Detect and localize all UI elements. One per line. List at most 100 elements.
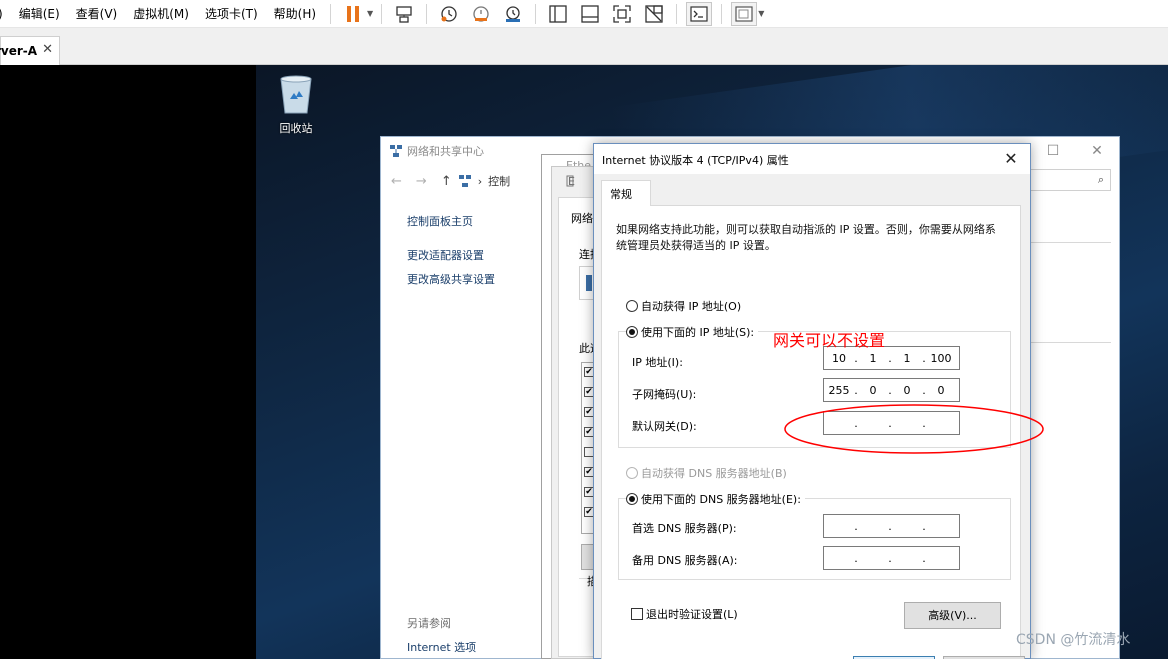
toolbar-separator (535, 3, 537, 24)
network-adapter-icon (566, 175, 574, 187)
radio-circle (626, 300, 638, 312)
stretch-icon[interactable] (731, 1, 758, 26)
address-nav: ← → ↑ › 控制 (391, 173, 510, 189)
chevron-down-icon[interactable]: ▼ (758, 9, 764, 18)
breadcrumb[interactable]: 控制 (488, 173, 510, 189)
toolbar-separator (426, 3, 428, 24)
auto-ip-radio[interactable]: 自动获得 IP 地址(O) (626, 298, 741, 314)
sidebar-link-change-adapter[interactable]: 更改适配器设置 (407, 247, 484, 263)
manual-ip-label: 使用下面的 IP 地址(S): (641, 326, 755, 339)
radio-circle (626, 326, 638, 338)
up-arrow-icon[interactable]: ↑ (441, 174, 452, 189)
vmware-menubar: ) 编辑(E) 查看(V) 虚拟机(M) 选项卡(T) 帮助(H) ▼ ▼ (0, 0, 1168, 28)
auto-dns-label: 自动获得 DNS 服务器地址(B) (641, 467, 787, 480)
manual-dns-radio[interactable]: 使用下面的 DNS 服务器地址(E): (626, 491, 805, 507)
menu-fragment: ) (0, 0, 11, 28)
validate-on-exit-checkbox[interactable]: 退出时验证设置(L) (631, 606, 738, 622)
recycle-bin-icon (280, 75, 312, 114)
menu-vm[interactable]: 虚拟机(M) (125, 0, 197, 28)
see-also-heading: 另请参阅 (407, 617, 451, 630)
ip-octet: 1 (869, 351, 877, 365)
console-icon[interactable] (686, 1, 713, 26)
watermark: CSDN @竹流清水 (1016, 632, 1131, 648)
checkbox-box (631, 608, 643, 620)
dialog-titlebar: Internet 协议版本 4 (TCP/IPv4) 属性 ✕ (594, 144, 1030, 174)
preferred-dns-field[interactable]: ... (823, 514, 960, 538)
snapshot-icon[interactable] (436, 2, 462, 26)
toolbar-separator (676, 3, 678, 24)
vm-tab[interactable]: rver-A ✕ (0, 36, 60, 65)
network-icon (390, 145, 402, 157)
unity-icon[interactable] (641, 2, 667, 26)
divider (1031, 342, 1111, 343)
adapter-icon (586, 275, 592, 291)
vm-tab-label: rver-A (0, 44, 38, 58)
menu-help[interactable]: 帮助(H) (266, 0, 324, 28)
forward-icon[interactable]: → (416, 174, 427, 189)
send-keys-icon[interactable] (391, 2, 417, 26)
auto-ip-label: 自动获得 IP 地址(O) (641, 300, 742, 313)
control-panel-icon (458, 175, 471, 187)
alternate-dns-label: 备用 DNS 服务器(A): (632, 554, 738, 567)
search-input[interactable]: ⌕ (1019, 169, 1111, 191)
menu-edit[interactable]: 编辑(E) (11, 0, 68, 28)
pause-icon[interactable] (340, 2, 366, 26)
window-title: 网络和共享中心 (389, 143, 484, 159)
ip-octet: 10 (832, 351, 846, 365)
window-title-text: 网络和共享中心 (407, 145, 484, 158)
dialog-title: Internet 协议版本 4 (TCP/IPv4) 属性 (602, 154, 789, 167)
breadcrumb-separator: › (477, 174, 483, 188)
ip-octet: 100 (930, 351, 952, 365)
menu-view[interactable]: 查看(V) (68, 0, 126, 28)
subnet-mask-field[interactable]: 255. 0. 0. 0 (823, 378, 960, 402)
sidebar-link-control-panel-home[interactable]: 控制面板主页 (407, 213, 473, 229)
ipv4-properties-dialog: Internet 协议版本 4 (TCP/IPv4) 属性 ✕ 常规 如果网络支… (593, 143, 1031, 659)
close-icon[interactable]: ✕ (42, 42, 53, 57)
toolbar-separator (381, 3, 383, 24)
mask-octet: 0 (869, 383, 877, 397)
guest-letterbox (0, 65, 256, 659)
validate-on-exit-label: 退出时验证设置(L) (646, 608, 738, 621)
internet-options-link[interactable]: Internet 选项 (407, 639, 476, 655)
back-icon[interactable]: ← (391, 174, 402, 189)
preferred-dns-label: 首选 DNS 服务器(P): (632, 522, 737, 535)
manual-dns-label: 使用下面的 DNS 服务器地址(E): (641, 493, 801, 506)
mask-octet: 0 (937, 383, 945, 397)
tab-networking[interactable]: 网络 (571, 210, 593, 226)
ip-octet: 1 (903, 351, 911, 365)
auto-dns-radio[interactable]: 自动获得 DNS 服务器地址(B) (626, 465, 787, 481)
vm-tabbar: rver-A ✕ (0, 28, 1168, 65)
window-controls: ☐ ✕ (1031, 137, 1119, 165)
close-icon[interactable]: ✕ (1075, 137, 1119, 165)
radio-circle (626, 467, 638, 479)
gateway-label: 默认网关(D): (632, 420, 697, 433)
ip-address-label: IP 地址(I): (632, 356, 683, 369)
mask-octet: 0 (903, 383, 911, 397)
fullscreen-icon[interactable] (609, 2, 635, 26)
sidebar-link-advanced-sharing[interactable]: 更改高级共享设置 (407, 271, 495, 287)
sidebar-layout-icon[interactable] (545, 2, 571, 26)
annotation-ellipse (784, 404, 1044, 454)
toolbar-separator (721, 3, 723, 24)
alternate-dns-field[interactable]: ... (823, 546, 960, 570)
advanced-button[interactable]: 高级(V)... (904, 602, 1001, 629)
chevron-down-icon[interactable]: ▼ (367, 9, 373, 18)
revert-snapshot-icon[interactable] (468, 2, 494, 26)
manual-ip-radio[interactable]: 使用下面的 IP 地址(S): (626, 324, 759, 340)
maximize-icon[interactable]: ☐ (1031, 137, 1075, 165)
annotation-text: 网关可以不设置 (773, 331, 886, 350)
tab-general[interactable]: 常规 (601, 180, 651, 206)
mask-octet: 255 (828, 383, 850, 397)
intro-text: 如果网络支持此功能，则可以获取自动指派的 IP 设置。否则，你需要从网络系统管理… (616, 223, 996, 252)
recycle-bin-label: 回收站 (279, 122, 313, 135)
toolbar-separator (330, 3, 332, 24)
search-icon: ⌕ (1097, 173, 1104, 186)
thumbnail-layout-icon[interactable] (577, 2, 603, 26)
menu-tabs[interactable]: 选项卡(T) (197, 0, 266, 28)
close-icon[interactable]: ✕ (998, 148, 1024, 170)
subnet-mask-label: 子网掩码(U): (632, 388, 697, 401)
snapshot-manager-icon[interactable] (500, 2, 526, 26)
recycle-bin[interactable]: 回收站 (270, 73, 322, 136)
radio-circle (626, 493, 638, 505)
divider (1031, 242, 1111, 243)
